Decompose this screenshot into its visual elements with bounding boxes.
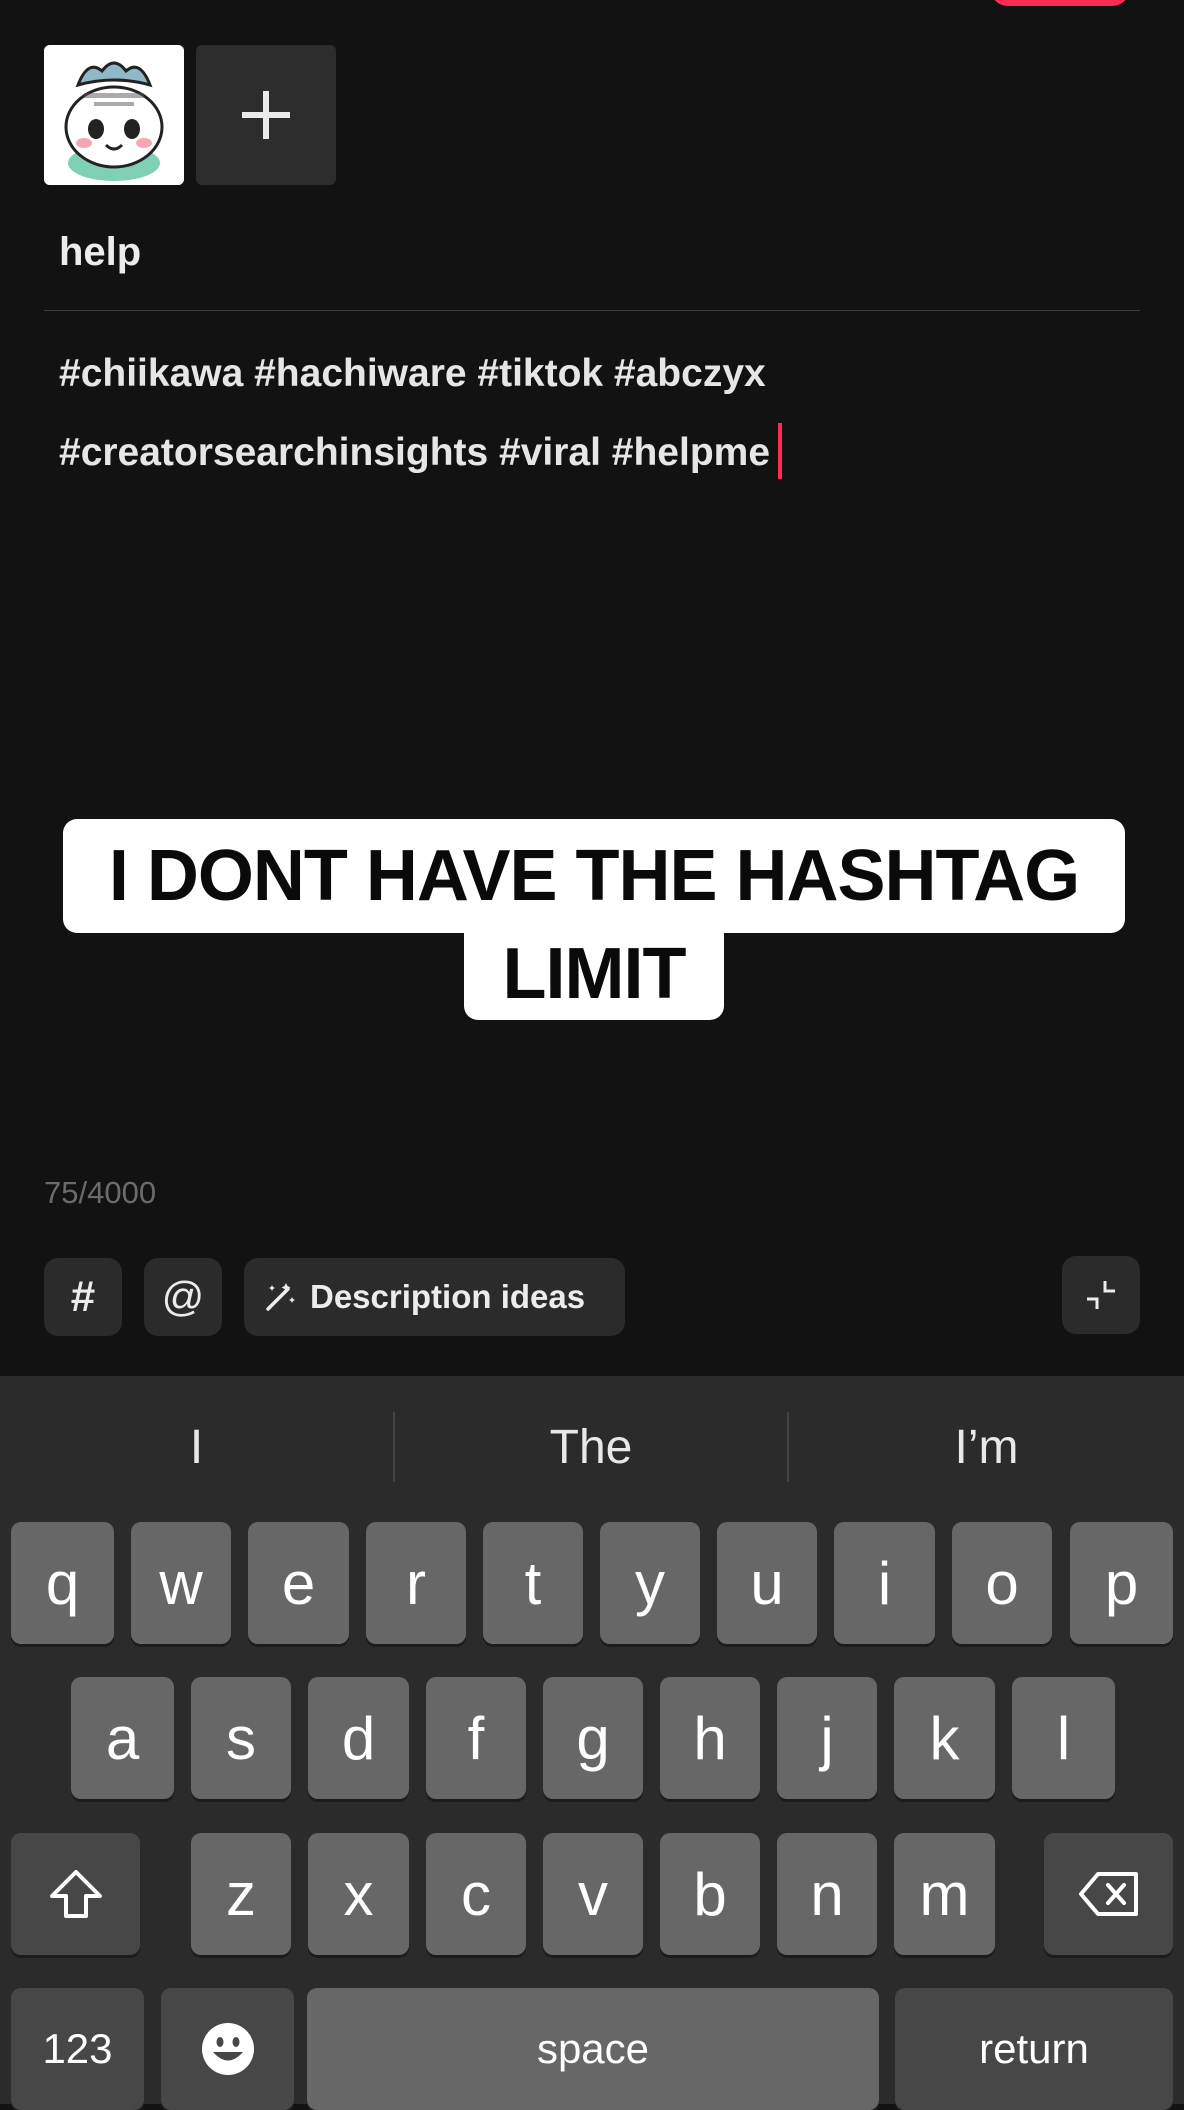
post-button[interactable]	[990, 0, 1130, 6]
key-g[interactable]: g	[543, 1677, 643, 1799]
description-line-2[interactable]: #creatorsearchinsights #viral #helpme	[59, 423, 783, 479]
shift-key[interactable]	[11, 1833, 140, 1955]
mention-button[interactable]: @	[144, 1258, 222, 1336]
magic-wand-icon	[266, 1283, 295, 1311]
key-c[interactable]: c	[426, 1833, 526, 1955]
suggestion-1[interactable]: I	[0, 1412, 393, 1482]
key-x[interactable]: x	[308, 1833, 409, 1955]
emoji-icon	[201, 2023, 254, 2075]
key-w[interactable]: w	[131, 1522, 231, 1644]
key-s[interactable]: s	[191, 1677, 291, 1799]
collapse-button[interactable]	[1062, 1256, 1140, 1334]
overlay-caption-line-2: LIMIT	[464, 928, 724, 1020]
divider	[44, 310, 1140, 311]
hashtag-button[interactable]: #	[44, 1258, 122, 1336]
emoji-key[interactable]	[161, 1988, 294, 2110]
chiikawa-character-image	[44, 45, 184, 185]
key-l[interactable]: l	[1012, 1677, 1115, 1799]
numbers-key[interactable]: 123	[11, 1988, 144, 2110]
key-q[interactable]: q	[11, 1522, 114, 1644]
character-counter: 75/4000	[44, 1175, 157, 1210]
backspace-icon	[1078, 1872, 1138, 1916]
suggestion-3[interactable]: I’m	[789, 1412, 1184, 1482]
key-n[interactable]: n	[777, 1833, 877, 1955]
key-a[interactable]: a	[71, 1677, 174, 1799]
key-j[interactable]: j	[777, 1677, 877, 1799]
key-y[interactable]: y	[600, 1522, 700, 1644]
post-title-field[interactable]: help	[59, 230, 141, 275]
key-f[interactable]: f	[426, 1677, 526, 1799]
key-t[interactable]: t	[483, 1522, 583, 1644]
shift-arrow-icon	[49, 1870, 102, 1918]
collapse-icon	[1087, 1281, 1115, 1309]
suggestion-2[interactable]: The	[395, 1412, 787, 1482]
description-line-2-text: #creatorsearchinsights #viral #helpme	[59, 431, 771, 474]
key-r[interactable]: r	[366, 1522, 466, 1644]
key-m[interactable]: m	[894, 1833, 995, 1955]
key-v[interactable]: v	[543, 1833, 643, 1955]
key-h[interactable]: h	[660, 1677, 760, 1799]
key-d[interactable]: d	[308, 1677, 409, 1799]
key-o[interactable]: o	[952, 1522, 1052, 1644]
key-u[interactable]: u	[717, 1522, 817, 1644]
video-thumbnail[interactable]	[44, 45, 184, 185]
key-e[interactable]: e	[248, 1522, 349, 1644]
key-z[interactable]: z	[191, 1833, 291, 1955]
add-media-button[interactable]	[196, 45, 336, 185]
space-key[interactable]: space	[307, 1988, 879, 2110]
backspace-key[interactable]	[1044, 1833, 1173, 1955]
overlay-caption-line-1: I DONT HAVE THE HASHTAG	[63, 819, 1125, 933]
return-key[interactable]: return	[895, 1988, 1173, 2110]
description-ideas-label: Description ideas	[310, 1278, 586, 1315]
plus-icon	[242, 91, 290, 139]
description-ideas-button[interactable]: Description ideas	[244, 1258, 625, 1336]
key-b[interactable]: b	[660, 1833, 760, 1955]
description-line-1[interactable]: #chiikawa #hachiware #tiktok #abczyx	[59, 352, 766, 396]
text-cursor	[778, 423, 783, 479]
key-i[interactable]: i	[834, 1522, 935, 1644]
key-p[interactable]: p	[1070, 1522, 1173, 1644]
key-k[interactable]: k	[894, 1677, 995, 1799]
